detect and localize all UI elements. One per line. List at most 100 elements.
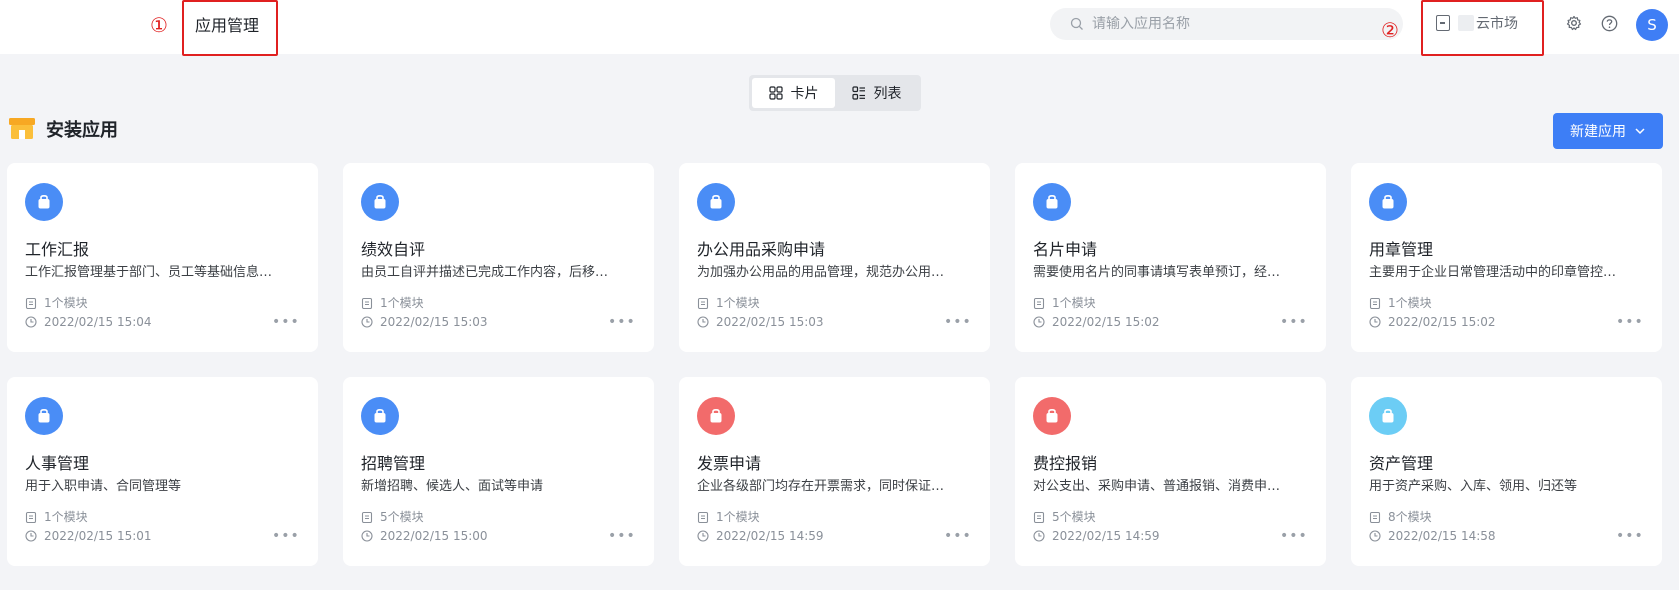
app-card[interactable]: 费控报销 对公支出、采购申请、普通报销、消费申… 5个模块 2022/02/15… [1015, 377, 1326, 566]
app-description: 用于资产采购、入库、领用、归还等 [1369, 479, 1578, 494]
updated-time: 2022/02/15 14:58 [1369, 529, 1496, 543]
bag-icon [710, 195, 722, 209]
module-count-text: 1个模块 [716, 510, 760, 524]
app-card[interactable]: 办公用品采购申请 为加强办公用品的用品管理，规范办公用… 1个模块 2022/0… [679, 163, 990, 352]
section-header: 安装应用 [8, 116, 118, 142]
grid-icon [768, 86, 783, 100]
updated-time: 2022/02/15 15:01 [25, 529, 152, 543]
search-input[interactable] [1092, 16, 1392, 32]
app-card[interactable]: 工作汇报 工作汇报管理基于部门、员工等基础信息… 1个模块 2022/02/15… [7, 163, 318, 352]
clock-icon [697, 530, 709, 542]
app-description: 企业各级部门均存在开票需求，同时保证… [697, 479, 945, 494]
clock-icon [25, 316, 37, 328]
app-icon-wrap [697, 397, 735, 435]
more-options-icon[interactable]: ••• [1280, 529, 1307, 543]
app-name: 发票申请 [697, 454, 762, 473]
bag-icon [38, 409, 50, 423]
bag-icon [1382, 409, 1394, 423]
clock-icon [361, 316, 373, 328]
module-count: 1个模块 [25, 508, 88, 525]
app-card[interactable]: 资产管理 用于资产采购、入库、领用、归还等 8个模块 2022/02/15 14… [1351, 377, 1662, 566]
module-count-text: 8个模块 [1388, 510, 1432, 524]
updated-time: 2022/02/15 15:02 [1033, 315, 1160, 329]
new-app-button[interactable]: 新建应用 [1553, 113, 1663, 149]
app-icon-wrap [697, 183, 735, 221]
app-name: 费控报销 [1033, 454, 1098, 473]
clock-icon [1369, 530, 1381, 542]
gear-icon [1566, 15, 1582, 31]
updated-time-text: 2022/02/15 15:03 [716, 315, 824, 329]
app-card[interactable]: 发票申请 企业各级部门均存在开票需求，同时保证… 1个模块 2022/02/15… [679, 377, 990, 566]
updated-time-text: 2022/02/15 15:00 [380, 529, 488, 543]
clipboard-icon [1369, 511, 1381, 523]
module-count-text: 1个模块 [44, 296, 88, 310]
app-description: 主要用于企业日常管理活动中的印章管控… [1369, 265, 1617, 280]
more-options-icon[interactable]: ••• [944, 529, 971, 543]
app-name: 用章管理 [1369, 240, 1434, 259]
app-description: 新增招聘、候选人、面试等申请 [361, 479, 544, 494]
module-count-text: 1个模块 [44, 510, 88, 524]
app-icon-wrap [1033, 397, 1071, 435]
bag-icon [1046, 409, 1058, 423]
module-count: 1个模块 [697, 294, 760, 311]
clipboard-icon [25, 297, 37, 309]
clock-icon [25, 530, 37, 542]
app-description: 工作汇报管理基于部门、员工等基础信息… [25, 265, 273, 280]
settings-button[interactable] [1565, 14, 1583, 32]
more-options-icon[interactable]: ••• [1280, 315, 1307, 329]
module-count: 1个模块 [361, 294, 424, 311]
app-icon-wrap [25, 397, 63, 435]
app-icon-wrap [361, 183, 399, 221]
user-avatar[interactable]: S [1636, 9, 1668, 41]
more-options-icon[interactable]: ••• [1616, 529, 1643, 543]
clipboard-icon [697, 297, 709, 309]
bag-icon [1382, 195, 1394, 209]
clipboard-icon [1369, 297, 1381, 309]
bag-icon [374, 195, 386, 209]
bag-icon [1046, 195, 1058, 209]
bag-icon [374, 409, 386, 423]
app-name: 绩效自评 [361, 240, 426, 259]
module-count: 1个模块 [1369, 294, 1432, 311]
clipboard-icon [697, 511, 709, 523]
updated-time-text: 2022/02/15 15:02 [1052, 315, 1160, 329]
updated-time-text: 2022/02/15 14:59 [1052, 529, 1160, 543]
app-description: 需要使用名片的同事请填写表单预订，经… [1033, 265, 1281, 280]
app-card[interactable]: 名片申请 需要使用名片的同事请填写表单预订，经… 1个模块 2022/02/15… [1015, 163, 1326, 352]
module-count: 5个模块 [1033, 508, 1096, 525]
more-options-icon[interactable]: ••• [608, 315, 635, 329]
more-options-icon[interactable]: ••• [272, 315, 299, 329]
app-card[interactable]: 绩效自评 由员工自评并描述已完成工作内容，后移… 1个模块 2022/02/15… [343, 163, 654, 352]
clock-icon [1369, 316, 1381, 328]
app-name: 招聘管理 [361, 454, 426, 473]
app-card[interactable]: 用章管理 主要用于企业日常管理活动中的印章管控… 1个模块 2022/02/15… [1351, 163, 1662, 352]
bag-icon [710, 409, 722, 423]
app-card[interactable]: 人事管理 用于入职申请、合同管理等 1个模块 2022/02/15 15:01 … [7, 377, 318, 566]
updated-time: 2022/02/15 15:02 [1369, 315, 1496, 329]
shop-icon [9, 118, 35, 139]
app-grid: 工作汇报 工作汇报管理基于部门、员工等基础信息… 1个模块 2022/02/15… [7, 163, 1672, 566]
module-count: 1个模块 [697, 508, 760, 525]
updated-time-text: 2022/02/15 15:02 [1388, 315, 1496, 329]
more-options-icon[interactable]: ••• [272, 529, 299, 543]
list-view-tab[interactable]: 列表 [835, 78, 918, 108]
cloud-market-link[interactable]: 云市场 [1436, 12, 1518, 34]
page-title: 应用管理 [195, 16, 260, 35]
new-app-label: 新建应用 [1570, 124, 1626, 140]
app-name: 工作汇报 [25, 240, 90, 259]
updated-time: 2022/02/15 15:00 [361, 529, 488, 543]
clipboard-icon [1033, 297, 1045, 309]
more-options-icon[interactable]: ••• [1616, 315, 1643, 329]
app-description: 用于入职申请、合同管理等 [25, 479, 182, 494]
section-title: 安装应用 [46, 120, 118, 141]
more-options-icon[interactable]: ••• [608, 529, 635, 543]
app-card[interactable]: 招聘管理 新增招聘、候选人、面试等申请 5个模块 2022/02/15 15:0… [343, 377, 654, 566]
card-view-tab[interactable]: 卡片 [752, 78, 835, 108]
updated-time-text: 2022/02/15 14:58 [1388, 529, 1496, 543]
clock-icon [1033, 316, 1045, 328]
help-button[interactable] [1600, 14, 1618, 32]
more-options-icon[interactable]: ••• [944, 315, 971, 329]
search-box[interactable] [1050, 8, 1403, 40]
clock-icon [361, 530, 373, 542]
updated-time-text: 2022/02/15 15:03 [380, 315, 488, 329]
